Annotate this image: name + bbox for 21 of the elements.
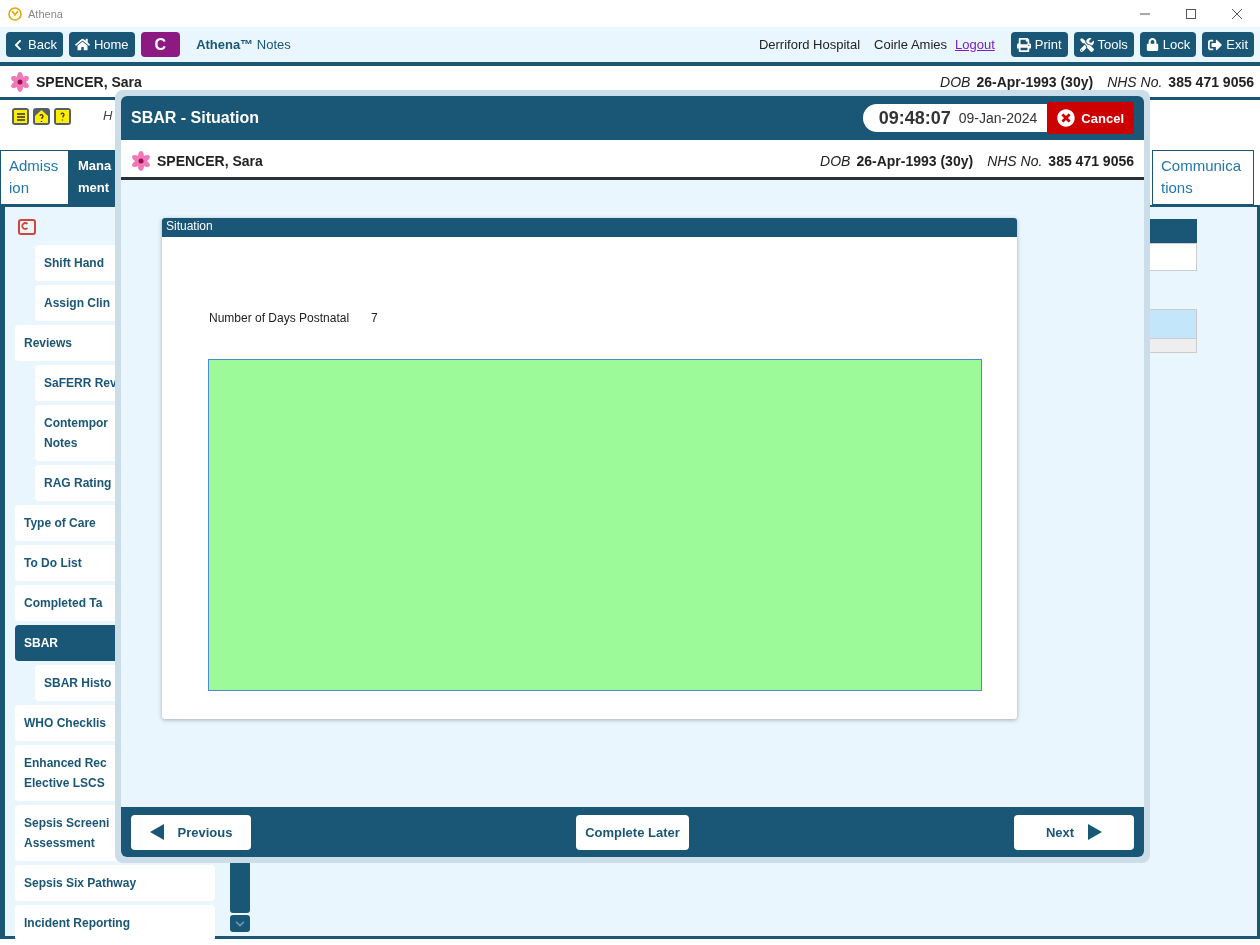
field-value: 7 <box>371 311 378 325</box>
app-name: Athena™ Notes <box>196 37 291 52</box>
window-title: Athena <box>28 7 63 20</box>
dialog-title: SBAR - Situation <box>131 109 259 127</box>
dob-value: 26-Apr-1993 (30y) <box>976 73 1094 90</box>
patient-name: SPENCER, Sara <box>36 73 142 90</box>
nhs-label: NHS No. <box>1107 73 1163 90</box>
dob-label: DOB <box>820 153 851 169</box>
nhs-number: 385 471 9056 <box>1048 153 1134 169</box>
patient-name: SPENCER, Sara <box>157 153 263 169</box>
time: 09:48:07 <box>878 107 951 129</box>
section-title: Situation <box>162 218 1017 237</box>
info-text: H <box>103 108 113 123</box>
dob-value: 26-Apr-1993 (30y) <box>856 153 974 169</box>
dob-label: DOB <box>940 73 971 90</box>
date: 09-Jan-2024 <box>958 110 1038 126</box>
nhs-number: 385 471 9056 <box>1168 73 1254 90</box>
user-name: Coirle Amies <box>874 37 947 52</box>
nhs-label: NHS No. <box>987 153 1043 169</box>
site-name: Derriford Hospital <box>758 37 861 52</box>
field-label: Number of Days Postnatal <box>209 311 350 325</box>
